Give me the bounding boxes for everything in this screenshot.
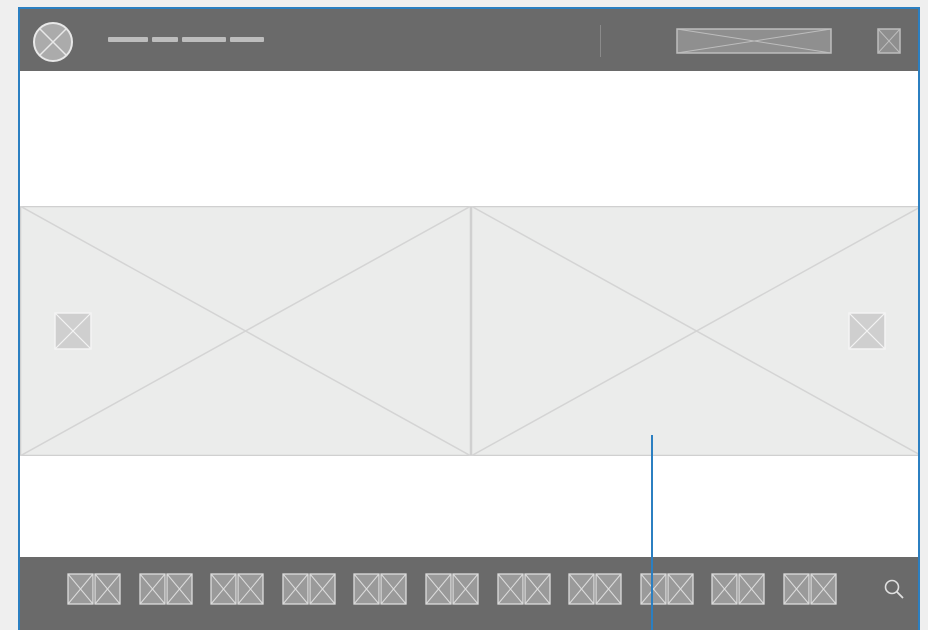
thumbnail-placeholder[interactable] xyxy=(568,573,622,605)
next-slide-icon[interactable] xyxy=(848,312,886,350)
logo-icon[interactable] xyxy=(32,21,74,63)
thumbnail-placeholder[interactable] xyxy=(282,573,336,605)
close-icon[interactable] xyxy=(877,28,901,54)
nav-link-placeholder[interactable] xyxy=(182,37,226,42)
header-divider xyxy=(600,25,601,57)
image-carousel xyxy=(20,206,918,456)
thumbnail-placeholder[interactable] xyxy=(67,573,121,605)
previous-slide-icon[interactable] xyxy=(54,312,92,350)
nav-link-placeholder[interactable] xyxy=(108,37,148,42)
thumbnail-placeholder[interactable] xyxy=(783,573,837,605)
nav-link-placeholder[interactable] xyxy=(230,37,264,42)
header-button-placeholder[interactable] xyxy=(676,28,832,54)
thumbnail-placeholder[interactable] xyxy=(496,573,551,605)
thumbnail-placeholder[interactable] xyxy=(425,573,479,605)
nav-links xyxy=(108,37,264,43)
thumbnail-placeholder[interactable] xyxy=(138,573,193,605)
nav-link-placeholder[interactable] xyxy=(152,37,178,42)
thumbnail-placeholder[interactable] xyxy=(210,573,264,605)
thumbnail-placeholder[interactable] xyxy=(711,573,766,605)
annotation-pointer-line xyxy=(651,435,653,630)
wireframe-page xyxy=(18,7,920,630)
thumbnail-placeholder[interactable] xyxy=(353,573,408,605)
thumbnail-placeholder[interactable] xyxy=(640,573,694,605)
header-bar xyxy=(20,9,918,71)
search-icon[interactable] xyxy=(882,576,906,602)
footer-bar xyxy=(20,557,918,630)
